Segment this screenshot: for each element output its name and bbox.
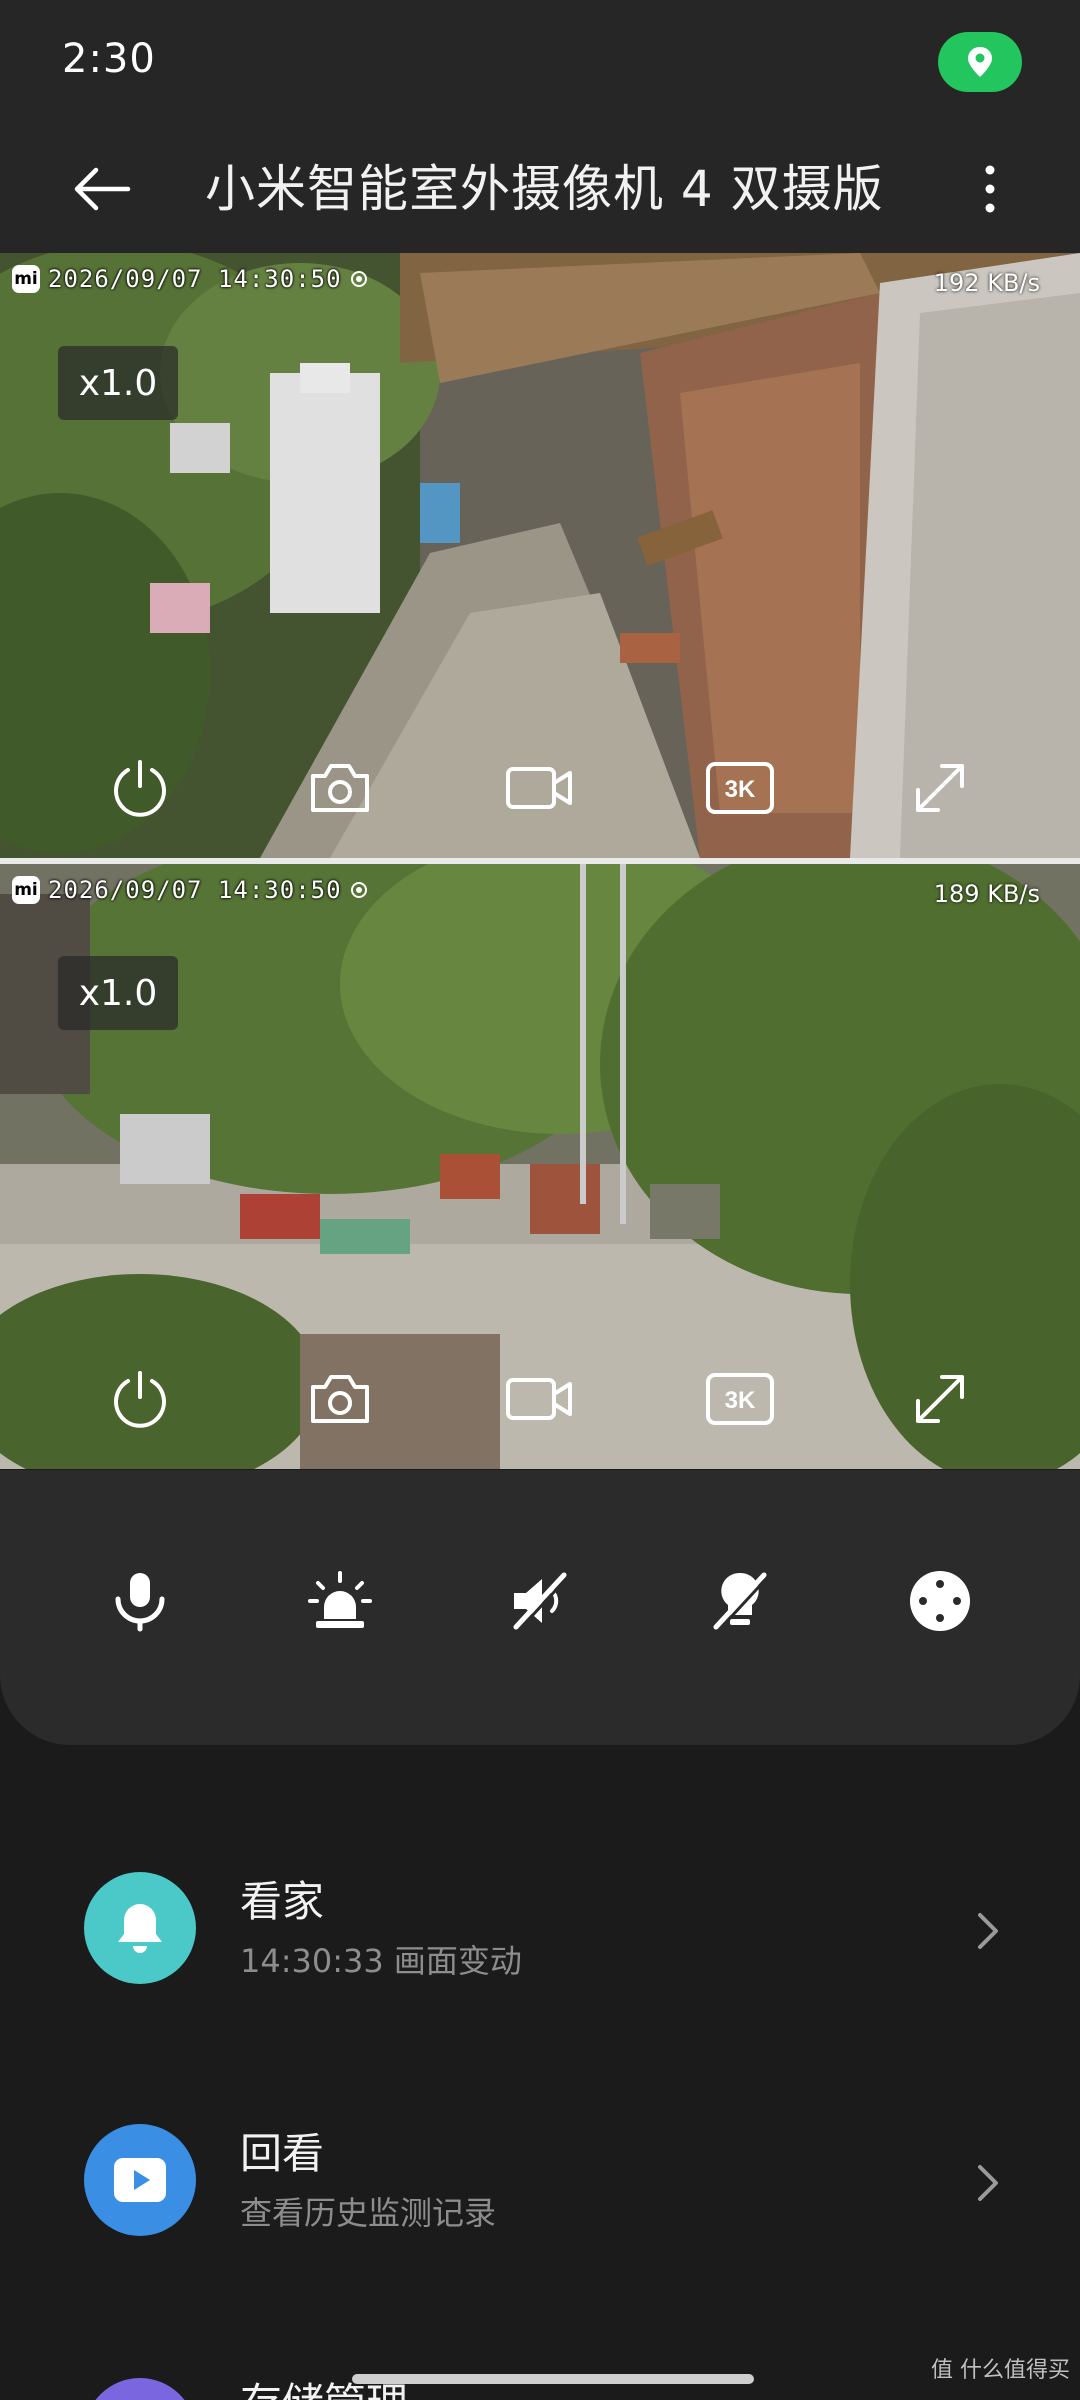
snapshot-button[interactable] <box>295 743 385 833</box>
list-icon-bg <box>84 2378 196 2400</box>
control-panel <box>0 1470 1080 1745</box>
chevron-right-icon <box>970 1906 1006 1956</box>
talk-button[interactable] <box>95 1556 185 1646</box>
status-bar: 2:30 <box>0 0 1080 125</box>
feed-timestamp: 2026/09/07 14:30:50 <box>48 265 342 293</box>
mi-logo-icon: mi <box>12 265 40 293</box>
zoom-badge[interactable]: x1.0 <box>58 346 178 420</box>
mute-icon <box>513 1572 569 1632</box>
ptz-button[interactable] <box>895 1556 985 1646</box>
location-pin-icon <box>968 47 992 77</box>
home-indicator[interactable] <box>352 2374 754 2384</box>
list-item-subtitle: 查看历史监测记录 <box>240 2194 497 2232</box>
more-options-button[interactable] <box>960 151 1020 227</box>
status-time: 2:30 <box>62 36 156 82</box>
svg-text:3K: 3K <box>725 776 756 803</box>
back-button[interactable] <box>62 151 142 227</box>
ptz-control-icon <box>910 1571 970 1631</box>
mi-logo-icon: mi <box>12 876 40 904</box>
list-item-subtitle: 14:30:33 画面变动 <box>240 1942 522 1980</box>
feed-controls: 3K <box>0 743 1080 833</box>
play-icon <box>114 2158 166 2202</box>
svg-text:3K: 3K <box>725 1387 756 1414</box>
list-icon-bg <box>84 2124 196 2236</box>
more-vertical-icon <box>985 165 995 213</box>
video-record-icon <box>506 1378 572 1420</box>
quality-3k-icon: 3K <box>706 762 774 814</box>
quality-button[interactable]: 3K <box>695 743 785 833</box>
alarm-button[interactable] <box>295 1556 385 1646</box>
record-button[interactable] <box>495 743 585 833</box>
quality-button[interactable]: 3K <box>695 1354 785 1444</box>
list-item-playback[interactable]: 回看 查看历史监测记录 <box>0 2080 1080 2290</box>
osd-overlay: mi 2026/09/07 14:30:50 <box>12 265 368 293</box>
list-item-storage[interactable]: 存储管理 <box>0 2330 1080 2400</box>
alarm-light-icon <box>308 1571 372 1628</box>
fullscreen-icon <box>916 764 964 812</box>
snapshot-button[interactable] <box>295 1354 385 1444</box>
watermark-text: 值 什么值得买 <box>931 2358 1070 2383</box>
power-button[interactable] <box>95 743 185 833</box>
power-icon <box>114 1371 166 1428</box>
camera-snapshot-icon <box>311 1375 369 1423</box>
recording-dot-icon <box>350 882 367 898</box>
recording-dot-icon <box>350 271 367 287</box>
bitrate-label: 192 KB/s <box>933 269 1040 297</box>
fullscreen-icon <box>916 1375 964 1423</box>
fullscreen-button[interactable] <box>895 1354 985 1444</box>
bell-icon <box>118 1904 162 1953</box>
microphone-icon <box>115 1573 165 1632</box>
bitrate-label: 189 KB/s <box>933 880 1040 908</box>
list-item-home-watch[interactable]: 看家 14:30:33 画面变动 <box>0 1828 1080 2038</box>
feed-timestamp: 2026/09/07 14:30:50 <box>48 876 342 904</box>
list-item-title: 看家 <box>240 1877 325 1926</box>
zoom-badge[interactable]: x1.0 <box>58 956 178 1030</box>
fullscreen-button[interactable] <box>895 743 985 833</box>
power-button[interactable] <box>95 1354 185 1444</box>
feed-controls: 3K <box>0 1354 1080 1444</box>
back-arrow-icon <box>74 167 131 211</box>
page-title: 小米智能室外摄像机 4 双摄版 <box>205 160 884 218</box>
camera-feed-1[interactable]: mi 2026/09/07 14:30:50 192 KB/s x1.0 3K <box>0 253 1080 858</box>
power-icon <box>114 760 166 817</box>
video-record-icon <box>506 767 572 809</box>
location-indicator[interactable] <box>938 32 1022 92</box>
list-icon-bg <box>84 1872 196 1984</box>
camera-feed-2[interactable]: mi 2026/09/07 14:30:50 189 KB/s x1.0 3K <box>0 864 1080 1469</box>
list-item-title: 回看 <box>240 2129 325 2178</box>
quality-3k-icon: 3K <box>706 1373 774 1425</box>
light-off-icon <box>713 1572 769 1632</box>
osd-overlay: mi 2026/09/07 14:30:50 <box>12 876 368 904</box>
app-bar: 小米智能室外摄像机 4 双摄版 <box>0 125 1080 253</box>
camera-snapshot-icon <box>311 764 369 812</box>
mute-button[interactable] <box>495 1556 585 1646</box>
light-button[interactable] <box>695 1556 785 1646</box>
record-button[interactable] <box>495 1354 585 1444</box>
chevron-right-icon <box>970 2158 1006 2208</box>
